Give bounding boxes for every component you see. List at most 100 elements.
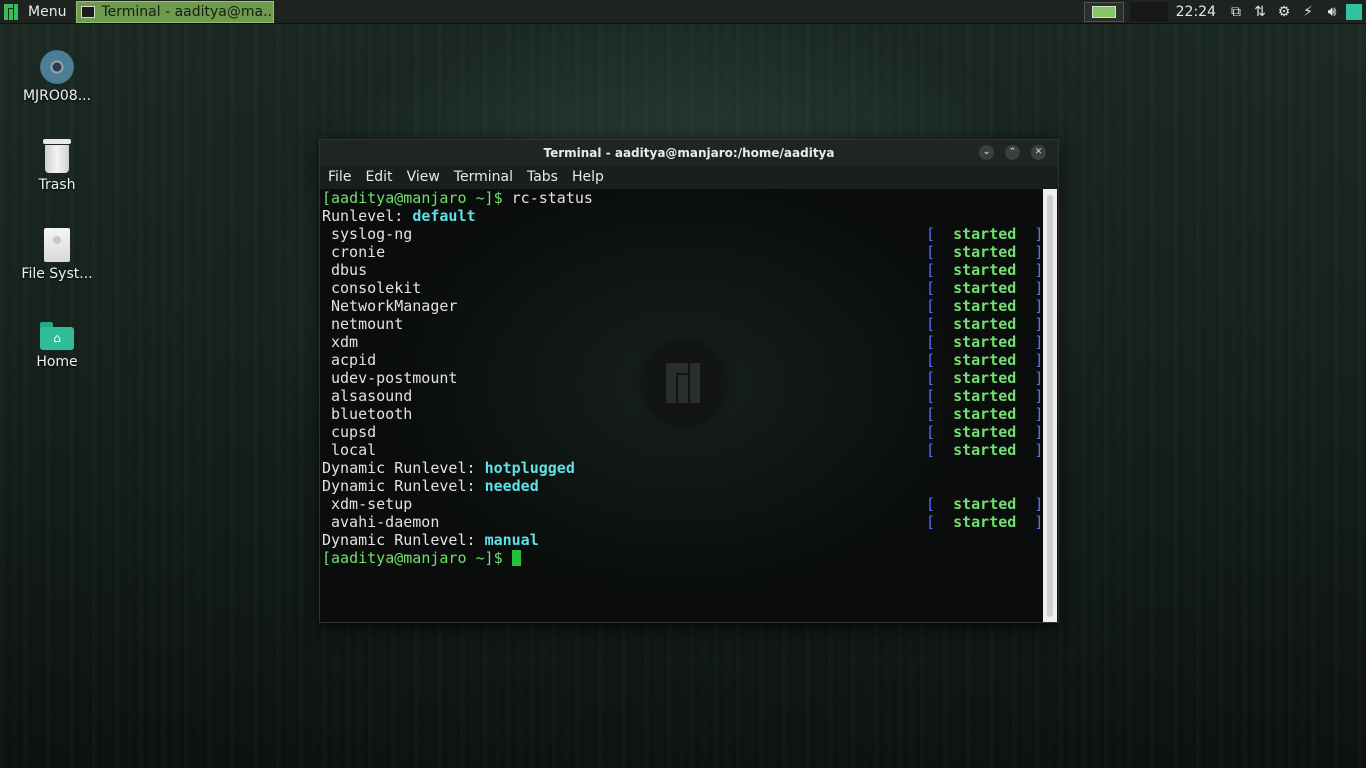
menu-button[interactable]: Menu: [0, 0, 72, 24]
service-line: avahi-daemon: [331, 513, 439, 531]
status-word: started: [935, 225, 1035, 243]
status-word: started: [935, 405, 1035, 423]
power-icon[interactable]: ⚡: [1296, 4, 1320, 20]
runlevel-prefix: Dynamic Runlevel:: [322, 477, 485, 495]
status-bracket-open: [: [926, 441, 936, 459]
service-line: acpid: [331, 351, 376, 369]
service-name: local: [331, 441, 377, 459]
desktop-icon-label: MJRO08...: [22, 88, 92, 104]
network-icon[interactable]: ⇅: [1248, 4, 1272, 20]
status-bracket-open: [: [926, 225, 936, 243]
status-word: started: [935, 369, 1035, 387]
manjaro-logo-icon: [4, 3, 18, 20]
terminal-scrollbar[interactable]: [1043, 189, 1057, 622]
service-name: bluetooth: [331, 405, 413, 423]
runlevel-name: hotplugged: [484, 459, 575, 477]
service-status: [ started ]: [926, 441, 1043, 459]
service-line: dbus: [331, 261, 367, 279]
service-line: udev-postmount: [331, 369, 457, 387]
top-panel: Menu Terminal - aaditya@ma... 22:24 ⧉ ⇅ …: [0, 0, 1366, 24]
service-name: cronie: [331, 243, 386, 261]
service-line: alsasound: [331, 387, 412, 405]
runlevel-name: default: [412, 207, 476, 225]
desktop-icon-home[interactable]: ⌂ Home: [12, 316, 102, 370]
settings-icon[interactable]: ⚙: [1272, 4, 1296, 20]
service-status: [ started ]: [926, 315, 1043, 333]
service-status: [ started ]: [926, 405, 1043, 423]
menu-label: Menu: [28, 3, 67, 20]
service-line: netmount: [331, 315, 403, 333]
drive-icon: [44, 228, 70, 262]
service-name: netmount: [331, 315, 404, 333]
menu-tabs[interactable]: Tabs: [520, 166, 565, 189]
desktop-icon-label: File Syst...: [21, 266, 93, 282]
scrollbar-thumb[interactable]: [1047, 195, 1053, 617]
desktop-icon-label: Trash: [38, 177, 76, 193]
status-bracket-open: [: [926, 261, 936, 279]
service-name: dbus: [331, 261, 368, 279]
shell-command: rc-status: [502, 189, 593, 207]
runlevel-name: needed: [484, 477, 539, 495]
window-titlebar[interactable]: Terminal - aaditya@manjaro:/home/aaditya…: [320, 140, 1058, 166]
service-status: [ started ]: [926, 369, 1043, 387]
workspace-switcher-1[interactable]: [1083, 2, 1124, 22]
notification-icon[interactable]: [1346, 4, 1362, 20]
status-word: started: [935, 333, 1035, 351]
service-name: xdm: [331, 333, 359, 351]
clock[interactable]: 22:24: [1176, 4, 1216, 20]
terminal-output[interactable]: [aaditya@manjaro ~]$ rc-status Runlevel: …: [322, 189, 1044, 622]
desktop-icon-filesystem[interactable]: File Syst...: [12, 228, 102, 282]
service-line: xdm: [331, 333, 358, 351]
status-bracket-open: [: [926, 387, 936, 405]
runlevel-line: Dynamic Runlevel: manual: [322, 531, 539, 549]
desktop-icon-mjro[interactable]: MJRO08...: [12, 50, 102, 104]
service-line: cupsd: [331, 423, 376, 441]
taskbar-terminal-button[interactable]: Terminal - aaditya@ma...: [76, 0, 275, 23]
volume-icon[interactable]: 🔊︎: [1320, 4, 1344, 20]
service-name: acpid: [331, 351, 377, 369]
menu-terminal[interactable]: Terminal: [447, 166, 520, 189]
trash-icon: [43, 139, 71, 173]
service-status: [ started ]: [926, 387, 1043, 405]
status-bracket-open: [: [926, 369, 936, 387]
workspace-switcher-2[interactable]: [1129, 2, 1168, 22]
status-word: started: [935, 495, 1035, 513]
status-word: started: [935, 513, 1035, 531]
runlevel-prefix: Runlevel:: [322, 207, 413, 225]
shell-prompt: [aaditya@manjaro ~]$: [322, 549, 503, 567]
status-word: started: [935, 351, 1035, 369]
status-word: started: [935, 441, 1035, 459]
status-word: started: [935, 243, 1035, 261]
service-name: xdm-setup: [331, 495, 413, 513]
minimize-button[interactable]: ⌄: [979, 145, 994, 160]
maximize-button[interactable]: ⌃: [1005, 145, 1020, 160]
prompt-line: [aaditya@manjaro ~]$ rc-status: [322, 189, 593, 207]
runlevel-prefix: Dynamic Runlevel:: [322, 459, 485, 477]
service-name: alsasound: [331, 387, 413, 405]
desktop-icon-trash[interactable]: Trash: [12, 139, 102, 193]
service-status: [ started ]: [926, 333, 1043, 351]
close-button[interactable]: ✕: [1031, 145, 1046, 160]
status-bracket-open: [: [926, 405, 936, 423]
service-status: [ started ]: [926, 261, 1043, 279]
system-tray: 22:24 ⧉ ⇅ ⚙ ⚡ 🔊︎: [1083, 0, 1366, 24]
status-bracket-open: [: [926, 279, 936, 297]
window-title: Terminal - aaditya@manjaro:/home/aaditya: [543, 146, 835, 160]
terminal-cursor: [511, 550, 521, 566]
menu-edit[interactable]: Edit: [358, 166, 399, 189]
menu-file[interactable]: File: [321, 166, 358, 189]
manjaro-watermark-icon: [644, 343, 724, 423]
runlevel-prefix: Dynamic Runlevel:: [322, 531, 485, 549]
status-bracket-open: [: [926, 315, 936, 333]
menu-view[interactable]: View: [400, 166, 447, 189]
clipboard-icon[interactable]: ⧉: [1224, 4, 1248, 20]
prompt-line: [aaditya@manjaro ~]$: [322, 549, 521, 567]
window-menubar: File Edit View Terminal Tabs Help: [320, 166, 1058, 189]
status-bracket-open: [: [926, 297, 936, 315]
service-status: [ started ]: [926, 423, 1043, 441]
runlevel-line: Dynamic Runlevel: needed: [322, 477, 539, 495]
service-name: NetworkManager: [331, 297, 458, 315]
shell-prompt: [aaditya@manjaro ~]$: [322, 189, 503, 207]
menu-help[interactable]: Help: [565, 166, 611, 189]
status-bracket-open: [: [926, 351, 936, 369]
